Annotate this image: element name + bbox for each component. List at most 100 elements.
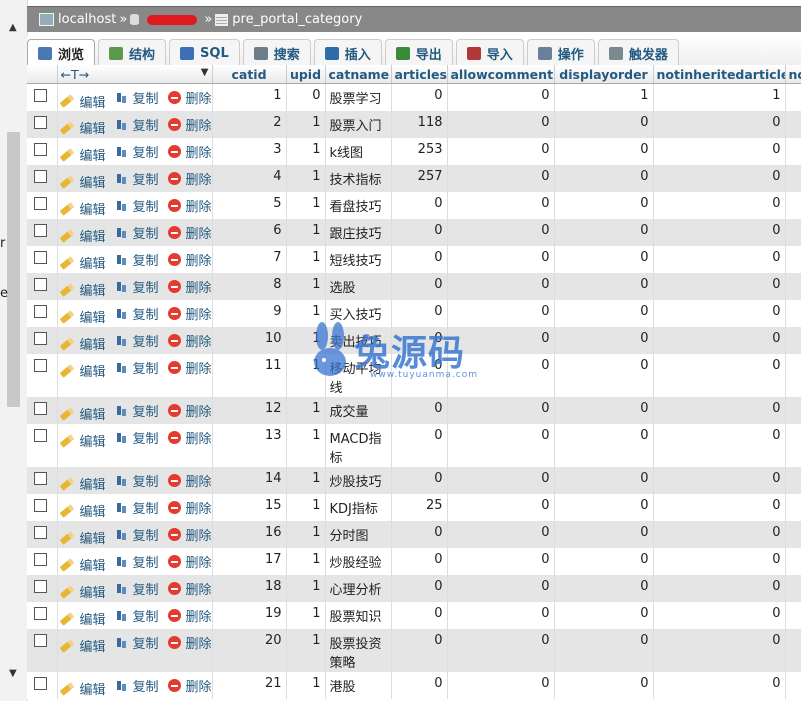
delete-link[interactable]: 删除	[167, 401, 212, 420]
tab-wrench[interactable]: 操作	[526, 39, 595, 66]
tab-trigger[interactable]: 触发器	[597, 39, 679, 66]
breadcrumb-server[interactable]: localhost	[58, 12, 116, 27]
scrollbar-thumb[interactable]	[7, 132, 20, 407]
tab-structure[interactable]: 结构	[98, 39, 167, 66]
edit-link[interactable]: 编辑	[59, 528, 106, 547]
copy-link[interactable]: 复制	[114, 525, 159, 544]
edit-link[interactable]: 编辑	[59, 636, 106, 655]
sort-dropdown-icon[interactable]: ▼	[201, 67, 209, 78]
row-checkbox[interactable]	[34, 169, 47, 183]
edit-link[interactable]: 编辑	[59, 92, 106, 111]
row-checkbox[interactable]	[34, 358, 47, 372]
row-checkbox[interactable]	[34, 552, 47, 566]
scroll-down-arrow-icon[interactable]: ▼	[9, 668, 17, 679]
scroll-up-arrow-icon[interactable]: ▲	[9, 22, 17, 33]
delete-link[interactable]: 删除	[167, 88, 212, 107]
row-checkbox[interactable]	[34, 89, 47, 102]
row-checkbox[interactable]	[34, 471, 47, 485]
column-allowcomment[interactable]: allowcomment	[447, 65, 555, 84]
edit-link[interactable]: 编辑	[59, 307, 106, 326]
column-arrows[interactable]: ←T→ ▼	[57, 65, 213, 84]
copy-link[interactable]: 复制	[114, 606, 159, 625]
copy-link[interactable]: 复制	[114, 196, 159, 215]
row-checkbox[interactable]	[34, 606, 47, 620]
edit-link[interactable]: 编辑	[59, 582, 106, 601]
column-articles[interactable]: articles	[391, 65, 448, 84]
edit-link[interactable]: 编辑	[59, 474, 106, 493]
edit-link[interactable]: 编辑	[59, 609, 106, 628]
redacted-database-name[interactable]	[147, 14, 198, 25]
edit-link[interactable]: 编辑	[59, 679, 106, 698]
edit-link[interactable]: 编辑	[59, 145, 106, 164]
row-checkbox[interactable]	[34, 304, 47, 318]
delete-link[interactable]: 删除	[167, 471, 212, 490]
tab-sql[interactable]: SQL	[169, 39, 240, 66]
delete-link[interactable]: 删除	[167, 142, 212, 161]
delete-link[interactable]: 删除	[167, 223, 212, 242]
delete-link[interactable]: 删除	[167, 428, 212, 447]
row-checkbox[interactable]	[34, 115, 47, 129]
edit-link[interactable]: 编辑	[59, 253, 106, 272]
row-checkbox[interactable]	[34, 250, 47, 264]
row-checkbox[interactable]	[34, 401, 47, 415]
row-checkbox[interactable]	[34, 579, 47, 593]
delete-link[interactable]: 删除	[167, 676, 212, 695]
column-displayorder[interactable]: displayorder	[554, 65, 654, 84]
edit-link[interactable]: 编辑	[59, 172, 106, 191]
column-catid[interactable]: catid	[212, 65, 287, 84]
delete-link[interactable]: 删除	[167, 358, 212, 377]
copy-link[interactable]: 复制	[114, 331, 159, 350]
delete-link[interactable]: 删除	[167, 579, 212, 598]
copy-link[interactable]: 复制	[114, 142, 159, 161]
edit-link[interactable]: 编辑	[59, 361, 106, 380]
edit-link[interactable]: 编辑	[59, 404, 106, 423]
delete-link[interactable]: 删除	[167, 606, 212, 625]
copy-link[interactable]: 复制	[114, 579, 159, 598]
copy-link[interactable]: 复制	[114, 250, 159, 269]
copy-link[interactable]: 复制	[114, 169, 159, 188]
row-checkbox[interactable]	[34, 676, 47, 690]
breadcrumb-table[interactable]: pre_portal_category	[232, 12, 362, 27]
delete-link[interactable]: 删除	[167, 498, 212, 517]
copy-link[interactable]: 复制	[114, 115, 159, 134]
delete-link[interactable]: 删除	[167, 633, 212, 652]
copy-link[interactable]: 复制	[114, 428, 159, 447]
copy-link[interactable]: 复制	[114, 633, 159, 652]
copy-link[interactable]: 复制	[114, 88, 159, 107]
row-checkbox[interactable]	[34, 331, 47, 345]
delete-link[interactable]: 删除	[167, 552, 212, 571]
copy-link[interactable]: 复制	[114, 223, 159, 242]
tab-browse[interactable]: 浏览	[27, 39, 96, 66]
edit-link[interactable]: 编辑	[59, 226, 106, 245]
column-upid[interactable]: upid	[286, 65, 326, 84]
delete-link[interactable]: 删除	[167, 525, 212, 544]
tab-insert[interactable]: 插入	[313, 39, 382, 66]
delete-link[interactable]: 删除	[167, 115, 212, 134]
copy-link[interactable]: 复制	[114, 401, 159, 420]
row-checkbox[interactable]	[34, 223, 47, 237]
row-checkbox[interactable]	[34, 498, 47, 512]
edit-link[interactable]: 编辑	[59, 431, 106, 450]
row-checkbox[interactable]	[34, 633, 47, 647]
row-checkbox[interactable]	[34, 525, 47, 539]
copy-link[interactable]: 复制	[114, 277, 159, 296]
delete-link[interactable]: 删除	[167, 250, 212, 269]
copy-link[interactable]: 复制	[114, 358, 159, 377]
copy-link[interactable]: 复制	[114, 676, 159, 695]
column-catname[interactable]: catname	[325, 65, 392, 84]
row-checkbox[interactable]	[34, 277, 47, 291]
edit-link[interactable]: 编辑	[59, 280, 106, 299]
copy-link[interactable]: 复制	[114, 471, 159, 490]
tab-import[interactable]: 导入	[455, 39, 524, 66]
edit-link[interactable]: 编辑	[59, 118, 106, 137]
page-scrollbar[interactable]: ▲ ▼	[0, 0, 28, 701]
tab-export[interactable]: 导出	[384, 39, 453, 66]
row-checkbox[interactable]	[34, 428, 47, 442]
column-notinhe[interactable]: notinhe	[785, 65, 801, 84]
delete-link[interactable]: 删除	[167, 304, 212, 323]
edit-link[interactable]: 编辑	[59, 555, 106, 574]
delete-link[interactable]: 删除	[167, 277, 212, 296]
delete-link[interactable]: 删除	[167, 169, 212, 188]
row-checkbox[interactable]	[34, 142, 47, 156]
edit-link[interactable]: 编辑	[59, 199, 106, 218]
